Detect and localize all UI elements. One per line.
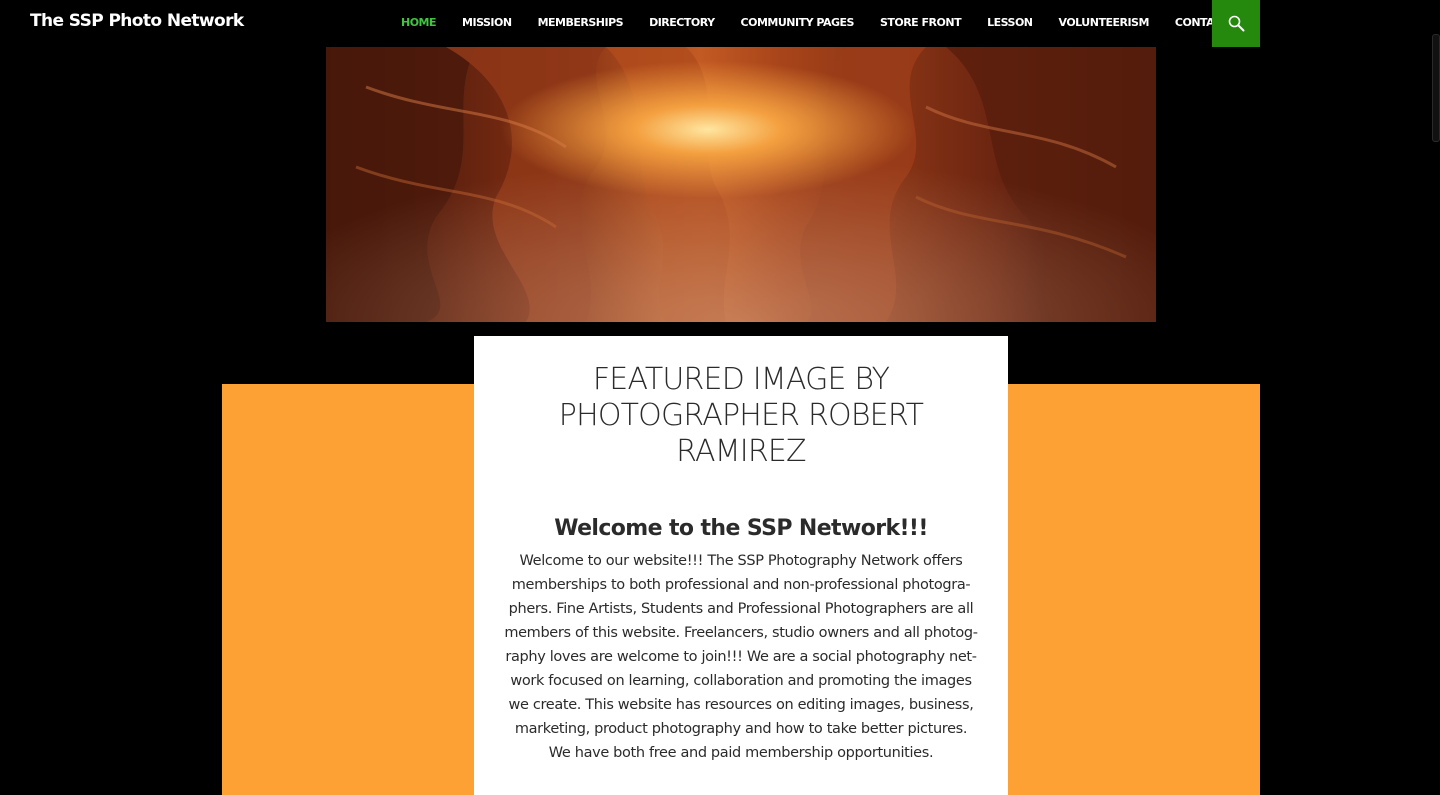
welcome-line: work focused on learning, collaboration … bbox=[510, 673, 972, 689]
page-scrollbar[interactable] bbox=[1432, 34, 1440, 142]
nav-item-directory[interactable]: DIRECTORY bbox=[636, 0, 727, 46]
nav-item-home[interactable]: HOME bbox=[388, 0, 449, 46]
welcome-line: We have both free and paid membership op… bbox=[548, 745, 934, 761]
welcome-line: marketing, product photography and how t… bbox=[514, 721, 968, 737]
nav-item-mission[interactable]: MISSION bbox=[449, 0, 525, 46]
featured-title-line: PHOTOGRAPHER ROBERT bbox=[558, 398, 924, 433]
welcome-line: phers. Fine Artists, Students and Profes… bbox=[508, 601, 974, 617]
hero-slot-canyon-image bbox=[326, 47, 1156, 322]
nav-item-volunteerism[interactable]: VOLUNTEERISM bbox=[1046, 0, 1162, 46]
welcome-line: Welcome to our website!!! The SSP Photog… bbox=[519, 553, 963, 569]
featured-image-title: FEATURED IMAGE BY PHOTOGRAPHER ROBERT RA… bbox=[514, 362, 968, 470]
welcome-line: we create. This website has resources on… bbox=[508, 697, 974, 713]
welcome-line: raphy loves are welcome to join!!! We ar… bbox=[505, 649, 977, 665]
welcome-line: members of this website. Freelancers, st… bbox=[504, 625, 978, 641]
nav-item-lesson[interactable]: LESSON bbox=[974, 0, 1045, 46]
site-title-link[interactable]: The SSP Photo Network bbox=[30, 11, 244, 31]
welcome-paragraph: Welcome to our website!!! The SSP Photog… bbox=[504, 549, 978, 765]
featured-content-card: FEATURED IMAGE BY PHOTOGRAPHER ROBERT RA… bbox=[474, 336, 1008, 795]
nav-item-community-pages[interactable]: COMMUNITY PAGES bbox=[728, 0, 867, 46]
featured-title-line: FEATURED IMAGE BY bbox=[592, 362, 890, 397]
top-navigation-bar: The SSP Photo Network HOME MISSION MEMBE… bbox=[0, 0, 1440, 47]
nav-item-memberships[interactable]: MEMBERSHIPS bbox=[525, 0, 636, 46]
welcome-heading: Welcome to the SSP Network!!! bbox=[554, 516, 928, 541]
welcome-line: memberships to both professional and non… bbox=[511, 577, 971, 593]
nav-item-store-front[interactable]: STORE FRONT bbox=[867, 0, 974, 46]
primary-menu: HOME MISSION MEMBERSHIPS DIRECTORY COMMU… bbox=[388, 0, 1261, 46]
search-icon bbox=[1228, 15, 1244, 32]
featured-title-line: RAMIREZ bbox=[676, 434, 806, 469]
search-button[interactable] bbox=[1212, 0, 1260, 47]
